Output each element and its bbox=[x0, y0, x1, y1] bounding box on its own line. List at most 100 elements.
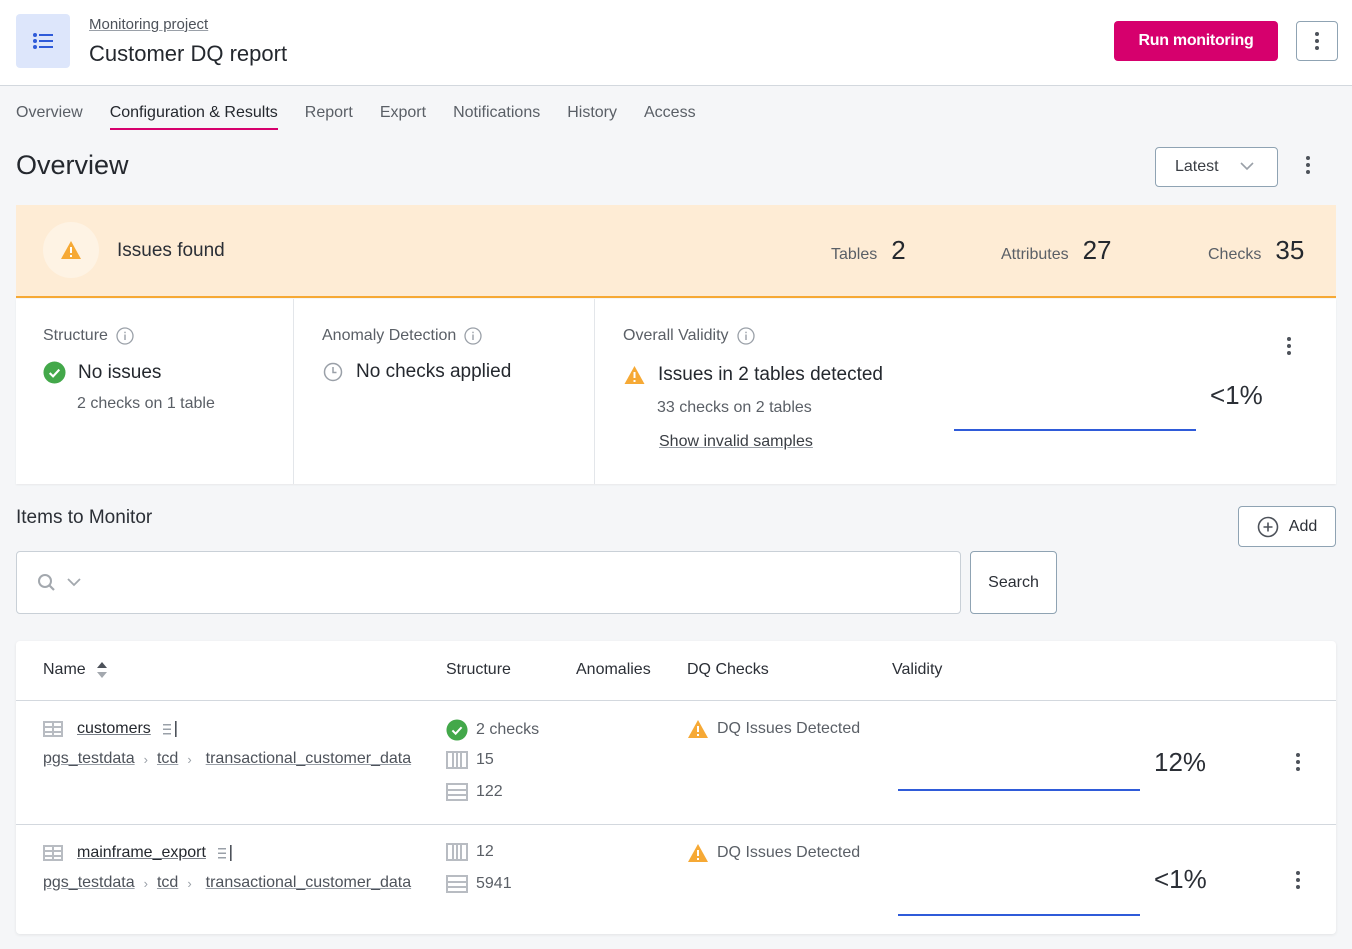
chevron-down-icon[interactable] bbox=[67, 576, 81, 588]
show-invalid-samples-link[interactable]: Show invalid samples bbox=[659, 433, 813, 451]
validity-value: <1% bbox=[1154, 864, 1207, 894]
stat-value: 2 bbox=[891, 235, 906, 265]
tab-report[interactable]: Report bbox=[305, 104, 353, 130]
table-row: customers pgs_testdata › tcd › transacti… bbox=[16, 701, 1336, 824]
item-name-link[interactable]: mainframe_export bbox=[77, 844, 206, 862]
stat-label: Attributes bbox=[1001, 246, 1069, 263]
details-icon[interactable] bbox=[162, 720, 179, 738]
attribute-count: 15 bbox=[476, 751, 494, 768]
warning-icon bbox=[624, 366, 645, 384]
record-count: 122 bbox=[476, 783, 503, 800]
anomaly-label-row: Anomaly Detection bbox=[322, 327, 482, 345]
run-monitoring-button[interactable]: Run monitoring bbox=[1114, 21, 1278, 61]
dq-status: DQ Issues Detected bbox=[717, 720, 861, 737]
anomaly-status: No checks applied bbox=[356, 361, 512, 382]
tab-configuration-results[interactable]: Configuration & Results bbox=[109, 104, 278, 130]
validity-sparkline bbox=[898, 914, 1140, 916]
issues-banner: Issues found Tables 2 Attributes 27 Chec… bbox=[16, 205, 1336, 298]
validity-more-button[interactable] bbox=[1287, 337, 1291, 360]
item-path: pgs_testdata › tcd › transactional_custo… bbox=[43, 874, 411, 892]
page-header: Monitoring project Customer DQ report Ru… bbox=[0, 0, 1352, 86]
dq-status-cell: DQ Issues Detected bbox=[687, 719, 860, 739]
warning-icon bbox=[43, 222, 99, 278]
column-header-label: Name bbox=[43, 661, 86, 678]
info-icon[interactable] bbox=[116, 327, 134, 345]
details-icon[interactable] bbox=[217, 844, 234, 862]
tab-access[interactable]: Access bbox=[644, 104, 696, 130]
breadcrumb-monitoring-project[interactable]: Monitoring project bbox=[89, 16, 208, 33]
structure-status-row: No issues bbox=[43, 361, 161, 384]
tab-overview[interactable]: Overview bbox=[16, 104, 83, 130]
anomaly-label: Anomaly Detection bbox=[322, 327, 457, 344]
row-more-button[interactable] bbox=[1296, 871, 1300, 894]
header-more-button[interactable] bbox=[1296, 21, 1338, 61]
kebab-icon bbox=[1315, 32, 1319, 50]
path-segment[interactable]: pgs_testdata bbox=[43, 874, 135, 892]
info-icon[interactable] bbox=[464, 327, 482, 345]
warning-icon bbox=[688, 844, 708, 862]
structure-checks: 2 checks bbox=[476, 721, 540, 738]
validity-sparkline bbox=[954, 429, 1196, 431]
structure-label-row: Structure bbox=[43, 327, 134, 345]
version-select[interactable]: Latest bbox=[1155, 147, 1278, 187]
dq-status: DQ Issues Detected bbox=[717, 844, 861, 861]
issues-title: Issues found bbox=[117, 240, 225, 261]
item-name-link[interactable]: customers bbox=[77, 720, 151, 738]
items-title: Items to Monitor bbox=[16, 507, 153, 528]
sort-icon[interactable] bbox=[96, 661, 108, 679]
overview-more-button[interactable] bbox=[1306, 156, 1310, 179]
list-icon bbox=[16, 14, 70, 68]
structure-checks-cell: 2 checks bbox=[446, 719, 539, 741]
row-more-button[interactable] bbox=[1296, 753, 1300, 776]
add-button-label: Add bbox=[1288, 517, 1318, 535]
anomaly-card: Anomaly Detection No checks applied bbox=[294, 299, 594, 484]
search-icon bbox=[38, 574, 55, 591]
path-segment[interactable]: tcd bbox=[157, 750, 178, 768]
items-table: Name Structure Anomalies DQ Checks Valid… bbox=[16, 641, 1336, 934]
stat-checks: Checks 35 bbox=[1208, 235, 1304, 266]
attributes-cell: 12 bbox=[446, 843, 494, 861]
check-circle-icon bbox=[43, 361, 66, 384]
dq-status-cell: DQ Issues Detected bbox=[687, 843, 860, 863]
tab-export[interactable]: Export bbox=[380, 104, 426, 130]
row-name-cell: mainframe_export bbox=[43, 844, 234, 862]
check-circle-icon bbox=[446, 719, 468, 741]
column-header-name[interactable]: Name bbox=[43, 661, 108, 679]
tab-history[interactable]: History bbox=[567, 104, 617, 130]
plus-circle-icon bbox=[1257, 516, 1279, 537]
stat-value: 27 bbox=[1082, 235, 1112, 265]
path-segment[interactable]: tcd bbox=[157, 874, 178, 892]
chevron-right-icon: › bbox=[143, 751, 148, 767]
kebab-icon bbox=[1306, 156, 1310, 174]
validity-value: 12% bbox=[1154, 747, 1207, 777]
chevron-right-icon: › bbox=[187, 751, 192, 767]
columns-icon bbox=[446, 751, 468, 769]
path-segment[interactable]: transactional_customer_data bbox=[206, 874, 411, 892]
table-row: mainframe_export pgs_testdata › tcd › tr… bbox=[16, 825, 1336, 934]
chevron-right-icon: › bbox=[143, 875, 148, 891]
row-name-cell: customers bbox=[43, 720, 179, 738]
structure-label: Structure bbox=[43, 327, 108, 344]
validity-label-row: Overall Validity bbox=[623, 327, 755, 345]
validity-label: Overall Validity bbox=[623, 327, 729, 344]
attribute-count: 12 bbox=[476, 843, 494, 860]
search-input[interactable] bbox=[16, 551, 961, 614]
path-segment[interactable]: transactional_customer_data bbox=[206, 750, 411, 768]
chevron-right-icon: › bbox=[187, 875, 192, 891]
validity-sub: 33 checks on 2 tables bbox=[657, 399, 812, 416]
add-button[interactable]: Add bbox=[1238, 506, 1336, 547]
column-header-validity: Validity bbox=[892, 661, 943, 678]
rows-icon bbox=[446, 875, 468, 893]
search-button[interactable]: Search bbox=[970, 551, 1057, 614]
path-segment[interactable]: pgs_testdata bbox=[43, 750, 135, 768]
info-icon[interactable] bbox=[736, 327, 755, 345]
column-header-dq-checks: DQ Checks bbox=[687, 661, 769, 678]
table-icon bbox=[43, 845, 63, 861]
validity-sparkline bbox=[898, 789, 1140, 791]
tab-notifications[interactable]: Notifications bbox=[453, 104, 540, 130]
stat-tables: Tables 2 bbox=[831, 235, 906, 266]
records-cell: 5941 bbox=[446, 875, 512, 893]
records-cell: 122 bbox=[446, 783, 503, 801]
search-text-field[interactable] bbox=[97, 552, 947, 613]
validity-status-row: Issues in 2 tables detected bbox=[623, 364, 883, 386]
